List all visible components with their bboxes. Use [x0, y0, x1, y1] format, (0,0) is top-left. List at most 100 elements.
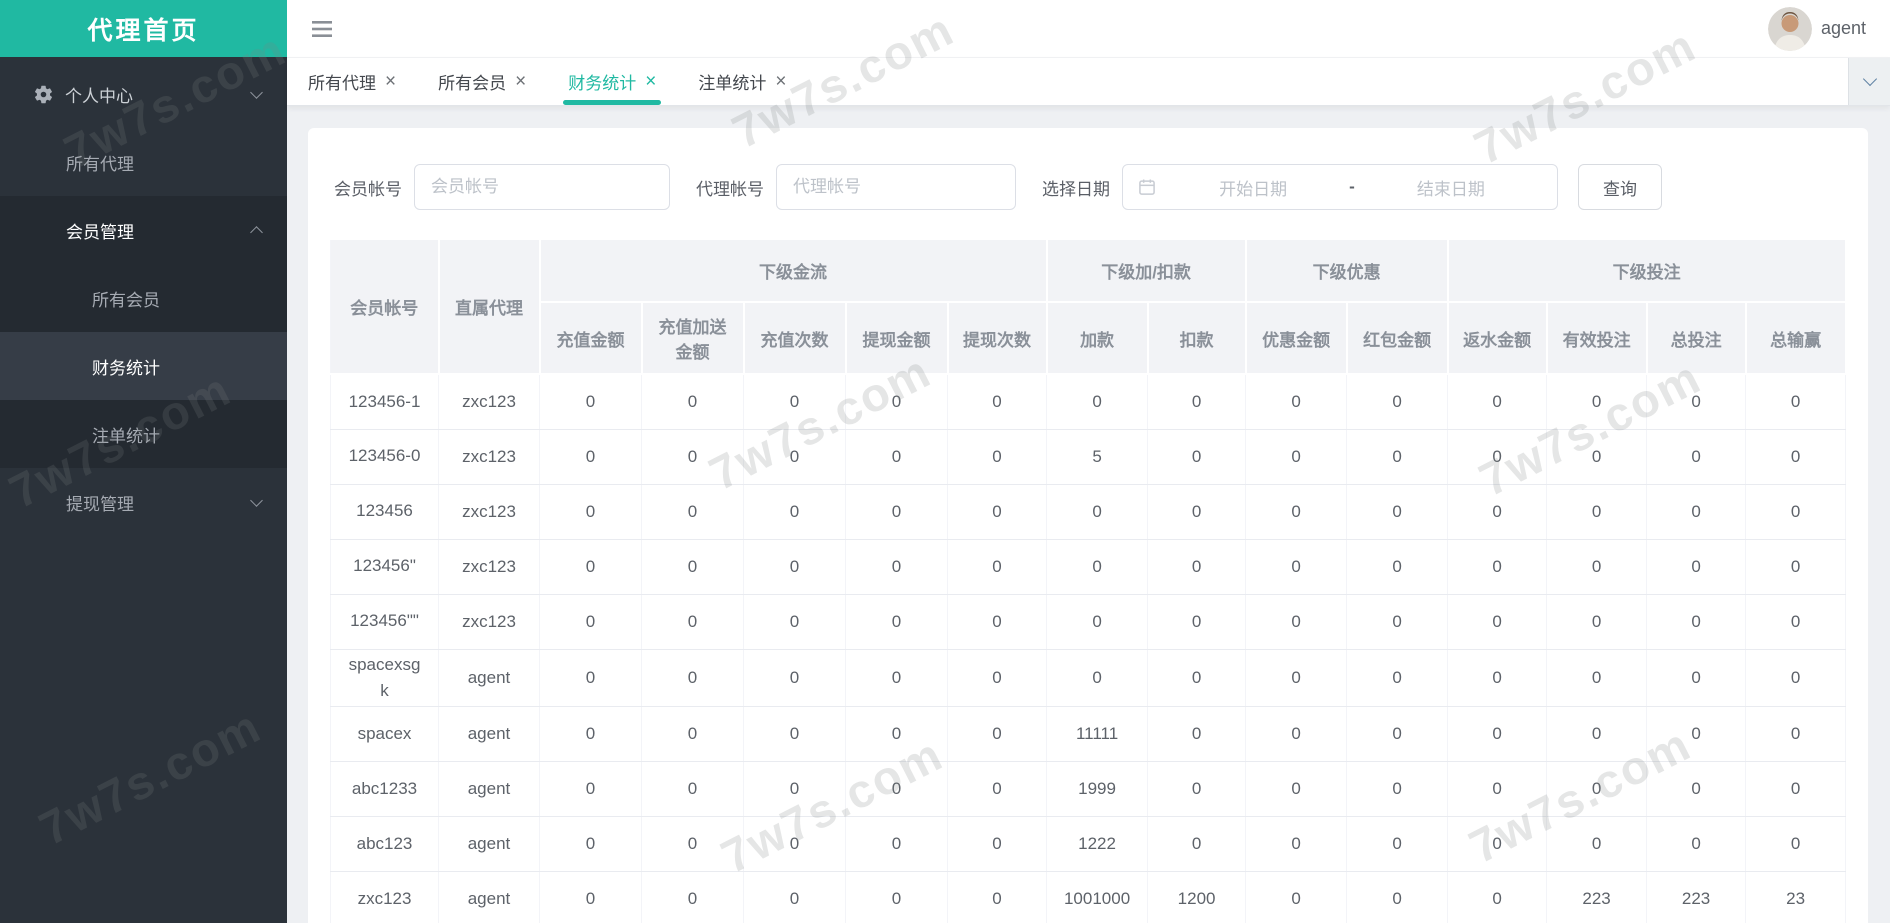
agent-account-label: 代理帐号 [696, 179, 764, 199]
value-cell: 23 [1745, 871, 1847, 923]
date-range-picker[interactable]: 开始日期 - 结束日期 [1122, 164, 1558, 210]
avatar[interactable] [1767, 6, 1812, 51]
value-cell: 0 [641, 649, 744, 708]
tab-2[interactable]: 财务统计 × [547, 58, 677, 105]
value-cell: 0 [1147, 649, 1247, 708]
tab-overflow-button[interactable] [1848, 58, 1890, 105]
sidebar-item-1[interactable]: 所有代理 [0, 128, 287, 196]
value-cell: zxc123 [438, 539, 540, 595]
table-row: 123456-0 zxc123 0 0 0 0 0 5 0 0 0 0 0 0 0 [330, 429, 1847, 485]
tab-1[interactable]: 所有会员 × [417, 58, 547, 105]
value-cell: 0 [845, 594, 948, 650]
value-cell: zxc123 [438, 594, 540, 650]
close-icon[interactable]: × [775, 72, 786, 91]
value-cell: 0 [947, 706, 1048, 763]
column-header: 直属代理 [438, 240, 541, 375]
value-cell: 0 [1245, 429, 1348, 485]
date-start-placeholder[interactable]: 开始日期 [1161, 175, 1345, 200]
value-cell: 0 [1745, 594, 1847, 650]
search-button[interactable]: 查询 [1578, 164, 1662, 210]
table-row: 123456" zxc123 0 0 0 0 0 0 0 0 0 0 0 0 0 [330, 539, 1847, 595]
close-icon[interactable]: × [515, 72, 526, 91]
value-cell: 0 [1147, 429, 1247, 485]
sidebar: 代理首页 个人中心 所有代理 会员管理 所有会员 财务统计 注单统计 提现管理 [0, 0, 287, 923]
member-account-cell: abc1233 [330, 761, 439, 818]
header-group-row: 会员帐号 直属代理 下级金流 下级加/扣款 下级优惠 下级投注 [330, 240, 1847, 375]
tab-0[interactable]: 所有代理 × [287, 58, 417, 105]
value-cell: agent [438, 816, 540, 873]
value-cell: 0 [1346, 871, 1449, 923]
column-group-header: 下级优惠 [1245, 240, 1449, 303]
tab-3[interactable]: 注单统计 × [677, 58, 807, 105]
value-cell: 0 [539, 706, 642, 763]
value-cell: 1001000 [1046, 871, 1149, 923]
column-header: 提现次数 [947, 302, 1048, 375]
value-cell: 0 [845, 429, 948, 485]
value-cell: 0 [1245, 539, 1348, 595]
date-end-placeholder[interactable]: 结束日期 [1359, 175, 1543, 200]
value-cell: 0 [947, 649, 1048, 708]
value-cell: 0 [845, 816, 948, 873]
value-cell: 0 [947, 484, 1048, 540]
sidebar-item-6[interactable]: 提现管理 [0, 468, 287, 536]
table-row: zxc123 agent 0 0 0 0 0 1001000 1200 0 0 0 223 223 23 [330, 871, 1847, 923]
sidebar-item-label: 会员管理 [66, 222, 134, 242]
value-cell: 11111 [1046, 706, 1149, 763]
sidebar-item-5[interactable]: 注单统计 [0, 400, 287, 468]
sidebar-item-3[interactable]: 所有会员 [0, 264, 287, 332]
value-cell: 0 [743, 539, 846, 595]
sidebar-item-4[interactable]: 财务统计 [0, 332, 287, 400]
column-header: 总输赢 [1745, 302, 1847, 375]
agent-account-input[interactable] [776, 164, 1016, 210]
sidebar-item-2[interactable]: 会员管理 [0, 196, 287, 264]
value-cell: 0 [1346, 816, 1449, 873]
value-cell: 0 [539, 374, 642, 430]
user-menu[interactable]: agent [1767, 6, 1866, 51]
chevron-down-icon [250, 86, 263, 99]
value-cell: 0 [1646, 706, 1747, 763]
member-account-cell: spacex [330, 706, 439, 763]
hamburger-menu-icon[interactable] [311, 19, 333, 39]
value-cell: 0 [743, 429, 846, 485]
value-cell: 0 [1147, 761, 1247, 818]
value-cell: 0 [1546, 374, 1648, 430]
close-icon[interactable]: × [645, 72, 656, 91]
value-cell: 0 [539, 649, 642, 708]
content: 会员帐号 代理帐号 选择日期 [287, 106, 1890, 923]
value-cell: 0 [947, 816, 1048, 873]
member-account-cell: 123456-0 [330, 429, 439, 485]
value-cell: 0 [845, 706, 948, 763]
value-cell: 0 [1147, 706, 1247, 763]
value-cell: 0 [1745, 649, 1847, 708]
value-cell: 1200 [1147, 871, 1247, 923]
value-cell: 0 [1646, 484, 1747, 540]
value-cell: 0 [1447, 871, 1548, 923]
value-cell: 0 [743, 374, 846, 430]
value-cell: 0 [947, 539, 1048, 595]
header-sub-row: 充值金额 充值加送金额 充值次数 提现金额 提现次数 加款 扣款 优惠金额 红包金额 返水金额 有效… [331, 302, 1847, 375]
value-cell: 0 [845, 649, 948, 708]
close-icon[interactable]: × [385, 72, 396, 91]
value-cell: 0 [1646, 374, 1747, 430]
gear-icon [33, 84, 54, 105]
chevron-up-icon [250, 226, 263, 239]
table-body: 123456-1 zxc123 0 0 0 0 0 0 0 0 0 0 0 0 0 123456-0 zxc12… [330, 374, 1847, 923]
value-cell: 0 [743, 871, 846, 923]
value-cell: 0 [743, 816, 846, 873]
member-account-cell: 123456-1 [330, 374, 439, 430]
value-cell: agent [438, 649, 540, 708]
date-label: 选择日期 [1042, 179, 1110, 199]
value-cell: 0 [1447, 484, 1548, 540]
sidebar-item-0[interactable]: 个人中心 [0, 60, 287, 128]
member-account-cell: abc123 [330, 816, 439, 873]
value-cell: 1999 [1046, 761, 1149, 818]
value-cell: 0 [1646, 539, 1747, 595]
value-cell: 0 [743, 594, 846, 650]
tab-label: 财务统计 [568, 74, 637, 93]
value-cell: 223 [1646, 871, 1747, 923]
value-cell: 0 [845, 539, 948, 595]
value-cell: 0 [1745, 706, 1847, 763]
column-header: 总投注 [1646, 302, 1747, 375]
member-account-input[interactable] [414, 164, 670, 210]
table-row: spacex agent 0 0 0 0 0 11111 0 0 0 0 0 0 0 [330, 706, 1847, 763]
